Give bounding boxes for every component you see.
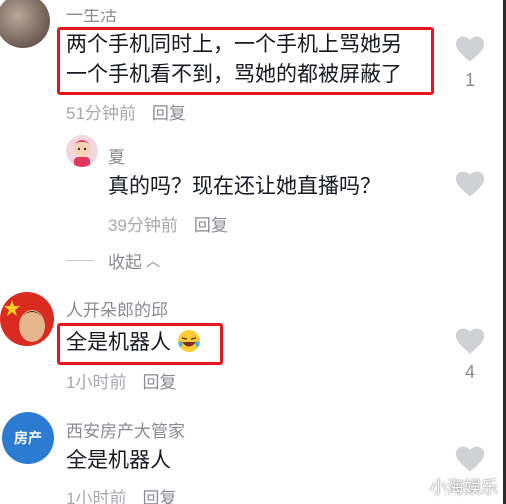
reply-meta: 39分钟前 回复 — [108, 211, 228, 236]
comment-time: 1小时前 — [66, 373, 127, 392]
comment-line: 两个手机同时上，一个手机上骂她另 — [66, 33, 402, 56]
heart-icon — [455, 446, 485, 472]
like-button[interactable] — [455, 328, 487, 355]
chevron-up-icon: ︿ — [146, 252, 160, 269]
heart-icon — [455, 328, 485, 354]
comment-line: 全是机器人 — [66, 331, 171, 354]
reply-button[interactable]: 回复 — [194, 216, 228, 235]
reply-button[interactable]: 回复 — [152, 104, 186, 123]
collapse-replies-button[interactable]: 收起 ︿ — [66, 248, 160, 273]
avatar-badge-text: 房产 — [14, 430, 42, 446]
comment-text: 两个手机同时上，一个手机上骂她另 一个手机看不到，骂她的都被屏蔽了 — [66, 30, 402, 90]
reply-button[interactable]: 回复 — [142, 373, 176, 392]
heart-icon — [455, 171, 485, 197]
collapse-label: 收起 — [108, 253, 142, 272]
flag-avatar-illustration — [4, 300, 46, 342]
comment-line: 一个手机看不到，骂她的都被屏蔽了 — [66, 63, 402, 86]
like-count: 1 — [464, 70, 475, 90]
reply-text: 真的吗？现在还让她直播吗？ — [108, 172, 381, 202]
avatar[interactable] — [66, 135, 98, 167]
comment-line: 全是机器人 — [66, 449, 171, 472]
comment-meta: 51分钟前 回复 — [66, 99, 186, 124]
comment-time: 39分钟前 — [108, 216, 178, 235]
heart-icon — [455, 36, 485, 62]
comment-username[interactable]: 西安房产大管家 — [66, 417, 185, 442]
avatar[interactable] — [0, 0, 50, 48]
comment-line: 真的吗？现在还让她直播吗？ — [108, 175, 381, 198]
watermark: 小海娱乐 — [430, 478, 498, 497]
comment-meta: 1小时前 回复 — [66, 484, 176, 504]
comment-text: 全是机器人 — [66, 328, 201, 358]
like-button[interactable] — [455, 171, 487, 198]
comment-time: 51分钟前 — [66, 104, 136, 123]
reply-username[interactable]: 夏 — [108, 143, 125, 168]
reply-button[interactable]: 回复 — [142, 489, 176, 504]
laughing-emoji-icon — [177, 330, 200, 352]
like-count: 4 — [464, 362, 475, 382]
avatar-illustration — [72, 140, 92, 167]
comment-username[interactable]: 人开朵郎的邱 — [66, 296, 168, 321]
avatar[interactable]: 房产 — [2, 412, 54, 464]
comment-time: 1小时前 — [66, 489, 127, 504]
divider — [66, 260, 94, 261]
avatar[interactable] — [0, 292, 54, 346]
comment-text: 全是机器人 — [66, 446, 171, 476]
like-button[interactable] — [455, 36, 487, 63]
like-button[interactable] — [455, 446, 487, 473]
comment-meta: 1小时前 回复 — [66, 368, 176, 393]
comment-username[interactable]: 一生活 — [66, 9, 117, 26]
